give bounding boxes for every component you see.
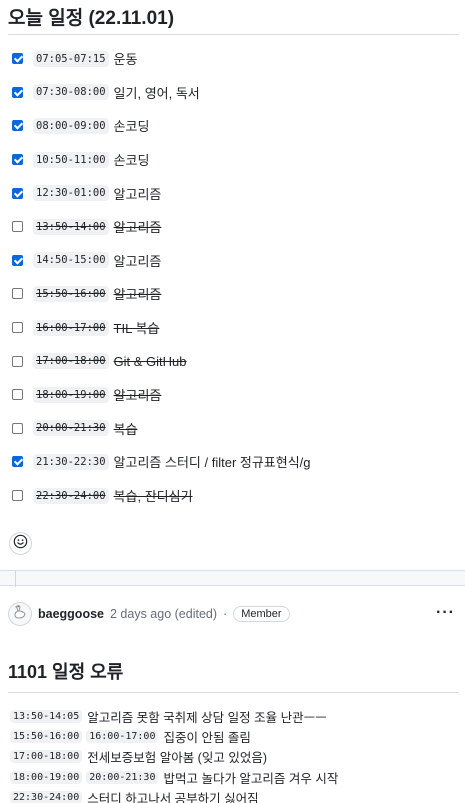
task-time: 20:00-21:30	[33, 420, 109, 437]
task-checkbox[interactable]	[12, 288, 23, 300]
avatar[interactable]	[8, 602, 32, 626]
task-item: 14:50-15:00 알고리즘	[12, 244, 462, 278]
task-label: 복습, 잔디심기	[113, 489, 193, 505]
task-label: TIL 복습	[113, 321, 160, 337]
task-item: 07:30-08:00 일기, 영어, 독서	[12, 76, 462, 110]
task-label: 알고리즘	[113, 388, 162, 404]
time-range-code: 17:00-18:00	[10, 750, 83, 764]
task-label: 알고리즘	[113, 253, 162, 269]
task-checkbox[interactable]	[12, 422, 23, 434]
role-badge: Member	[233, 606, 290, 622]
task-list: 07:05-07:15 운동 07:30-08:00 일기, 영어, 독서 08:00-…	[12, 42, 462, 512]
task-label: 복습	[113, 421, 138, 437]
task-checkbox[interactable]	[12, 456, 23, 468]
comment-header: baeggoose 2 days ago (edited) · Member	[8, 601, 290, 627]
log-text: 집중이 안됨 졸림	[163, 731, 251, 746]
task-time: 16:00-17:00	[33, 319, 109, 336]
task-item: 07:05-07:15 운동	[12, 42, 462, 76]
task-item: 08:00-09:00 손코딩	[12, 109, 462, 143]
timeline-divider	[0, 570, 465, 587]
timeline-line	[15, 571, 16, 587]
task-time: 22:30-24:00	[33, 487, 109, 504]
goose-avatar-icon	[11, 603, 29, 626]
meta-separator: ·	[223, 607, 228, 621]
page: 오늘 일정 (22.11.01) 07:05-07:15 운동 07:30-08:0…	[0, 0, 465, 803]
time-range-code: 22:30-24:00	[10, 791, 83, 803]
comment-timestamp[interactable]: 2 days ago (edited)	[110, 607, 217, 621]
task-item: 13:50-14:00 알고리즘	[12, 210, 462, 244]
task-time: 14:50-15:00	[33, 252, 109, 269]
task-checkbox[interactable]	[12, 53, 23, 65]
task-label: 손코딩	[113, 153, 150, 169]
task-checkbox[interactable]	[12, 355, 23, 367]
log-text: 알고리즘 못함 국취제 상담 일정 조율 난관ㅡㅡ	[87, 710, 327, 725]
task-item: 20:00-21:30 복습	[12, 412, 462, 446]
comment-author[interactable]: baeggoose	[38, 607, 104, 621]
task-checkbox[interactable]	[12, 389, 23, 401]
task-label: 알고리즘	[113, 186, 162, 202]
task-time: 07:05-07:15	[33, 50, 109, 67]
add-reaction-button[interactable]	[9, 532, 32, 555]
list-item: 22:30-24:00 스터디 하고나서 공부하기 싫어짐	[10, 788, 460, 803]
time-range-code: 20:00-21:30	[86, 770, 159, 784]
log-text: 스터디 하고나서 공부하기 싫어짐	[87, 792, 259, 803]
task-time: 12:30-01:00	[33, 185, 109, 202]
task-time: 07:30-08:00	[33, 84, 109, 101]
task-item: 15:50-16:00 알고리즘	[12, 277, 462, 311]
task-time: 18:00-19:00	[33, 386, 109, 403]
time-range-code: 13:50-14:05	[10, 709, 83, 723]
task-item: 16:00-17:00 TIL 복습	[12, 311, 462, 345]
time-range-code: 15:50-16:00	[10, 730, 83, 744]
schedule-error-list: 13:50-14:05 알고리즘 못함 국취제 상담 일정 조율 난관ㅡㅡ 15:5…	[10, 706, 460, 803]
task-checkbox[interactable]	[12, 221, 23, 233]
task-time: 13:50-14:00	[33, 218, 109, 235]
task-label: 알고리즘 스터디 / filter 정규표현식/g	[113, 455, 311, 471]
task-time: 21:30-22:30	[33, 453, 109, 470]
page-title: 오늘 일정 (22.11.01)	[8, 8, 175, 29]
task-time: 08:00-09:00	[33, 117, 109, 134]
log-text: 밥먹고 놀다가 알고리즘 겨우 시작	[163, 771, 339, 786]
task-item: 10:50-11:00 손코딩	[12, 143, 462, 177]
task-checkbox[interactable]	[12, 120, 23, 132]
task-label: 손코딩	[113, 119, 150, 135]
task-checkbox[interactable]	[12, 322, 23, 334]
list-item: 15:50-16:00 16:00-17:00 집중이 안됨 졸림	[10, 726, 460, 746]
smiley-icon	[13, 534, 28, 554]
task-label: 알고리즘	[113, 287, 162, 303]
section-divider	[8, 692, 459, 693]
section-title: 1101 일정 오류	[8, 662, 124, 682]
more-options-button[interactable]: ···	[436, 604, 455, 622]
task-checkbox[interactable]	[12, 490, 23, 502]
task-checkbox[interactable]	[12, 254, 23, 266]
task-label: Git & GitHub	[113, 353, 187, 369]
log-text: 전세보증보험 알아봄 (잊고 있었음)	[87, 751, 267, 766]
title-divider	[8, 34, 459, 35]
list-item: 17:00-18:00 전세보증보험 알아봄 (잊고 있었음)	[10, 747, 460, 767]
task-item: 12:30-01:00 알고리즘	[12, 176, 462, 210]
task-time: 17:00-18:00	[33, 353, 109, 370]
task-label: 운동	[113, 52, 138, 68]
task-label: 알고리즘	[113, 220, 162, 236]
task-label: 일기, 영어, 독서	[113, 85, 200, 101]
task-time: 10:50-11:00	[33, 151, 109, 168]
task-item: 21:30-22:30 알고리즘 스터디 / filter 정규표현식/g	[12, 445, 462, 479]
task-checkbox[interactable]	[12, 187, 23, 199]
time-range-code: 16:00-17:00	[86, 730, 159, 744]
task-item: 18:00-19:00 알고리즘	[12, 378, 462, 412]
task-checkbox[interactable]	[12, 154, 23, 166]
task-item: 17:00-18:00 Git & GitHub	[12, 344, 462, 378]
task-checkbox[interactable]	[12, 86, 23, 98]
task-item: 22:30-24:00 복습, 잔디심기	[12, 479, 462, 513]
task-time: 15:50-16:00	[33, 285, 109, 302]
time-range-code: 18:00-19:00	[10, 770, 83, 784]
list-item: 18:00-19:00 20:00-21:30 밥먹고 놀다가 알고리즘 겨우 시작	[10, 767, 460, 787]
list-item: 13:50-14:05 알고리즘 못함 국취제 상담 일정 조율 난관ㅡㅡ	[10, 706, 460, 726]
